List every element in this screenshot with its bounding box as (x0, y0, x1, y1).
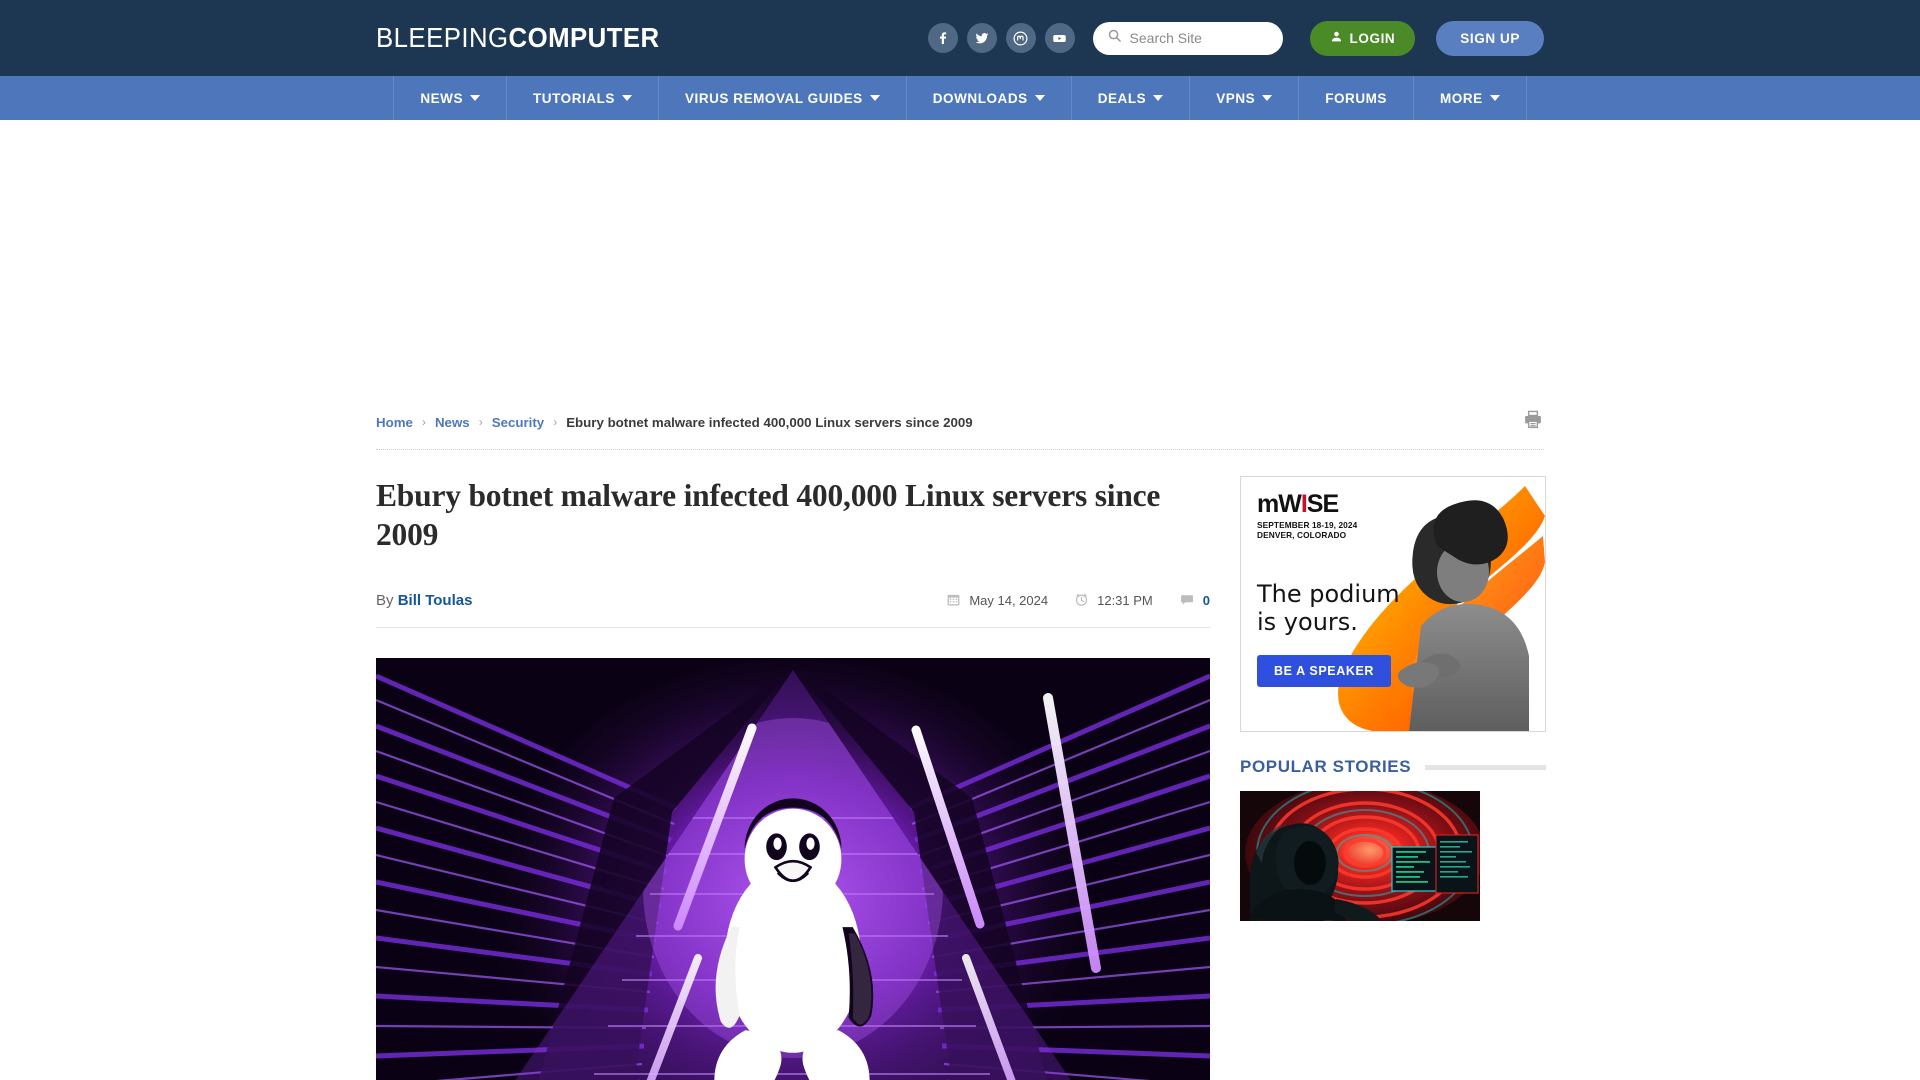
chevron-down-icon (1262, 95, 1273, 101)
search-box[interactable] (1092, 21, 1283, 55)
ad-headline-line2: is yours. (1257, 608, 1358, 637)
mwise-logo: mWISE SEPTEMBER 18-19, 2024 DENVER, COLO… (1257, 492, 1357, 541)
hero-artwork (376, 657, 1210, 1080)
breadcrumb-separator-icon: › (478, 415, 483, 429)
sidebar: mWISE SEPTEMBER 18-19, 2024 DENVER, COLO… (1240, 476, 1546, 1080)
breadcrumb-separator-icon: › (553, 415, 558, 429)
site-header: BLEEPINGCOMPUTER Search Site LOGIN SIGN … (0, 0, 1920, 76)
comment-count[interactable]: 0 (1179, 592, 1210, 610)
mwise-m: m (1257, 490, 1279, 518)
signup-label: SIGN UP (1460, 30, 1520, 46)
chevron-down-icon (1489, 95, 1500, 101)
print-icon[interactable] (1522, 409, 1544, 435)
nav-item-vpns[interactable]: VPNS (1190, 76, 1300, 120)
breadcrumb-security[interactable]: Security (492, 415, 544, 430)
login-button[interactable]: LOGIN (1309, 20, 1416, 56)
chevron-down-icon (869, 95, 880, 101)
mwise-se: SE (1306, 490, 1339, 518)
chevron-down-icon (621, 95, 632, 101)
publish-time-text: 12:31 PM (1097, 593, 1153, 609)
breadcrumb: Home › News › Security › Ebury botnet ma… (376, 401, 1544, 450)
chevron-down-icon (1153, 95, 1164, 101)
nav-item-deals[interactable]: DEALS (1072, 76, 1191, 120)
breadcrumb-home[interactable]: Home (376, 415, 413, 430)
mwise-dates: SEPTEMBER 18-19, 2024 (1257, 520, 1358, 530)
calendar-icon (946, 592, 961, 610)
nav-item-label: NEWS (420, 90, 464, 106)
nav-item-label: MORE (1439, 90, 1483, 106)
nav-item-label: VPNS (1216, 90, 1256, 106)
nav-item-label: DOWNLOADS (932, 90, 1028, 106)
signup-button[interactable]: SIGN UP (1436, 20, 1544, 56)
clock-icon (1074, 592, 1089, 610)
publish-time: 12:31 PM (1074, 592, 1153, 610)
nav-item-label: TUTORIALS (533, 90, 615, 106)
nav-item-label: DEALS (1097, 90, 1147, 106)
comment-count-value: 0 (1202, 593, 1210, 609)
breadcrumb-news[interactable]: News (435, 415, 470, 430)
breadcrumb-separator-icon: › (421, 415, 426, 429)
breadcrumb-current: Ebury botnet malware infected 400,000 Li… (566, 414, 973, 430)
facebook-icon[interactable] (927, 23, 958, 53)
publish-date-text: May 14, 2024 (969, 593, 1049, 609)
sidebar-ad[interactable]: mWISE SEPTEMBER 18-19, 2024 DENVER, COLO… (1240, 476, 1546, 732)
chevron-down-icon (470, 95, 481, 101)
logo-text-computer: COMPUTER (508, 22, 660, 53)
article-meta-row: By Bill Toulas May 14, 2024 12:31 PM 0 (376, 592, 1210, 628)
publish-date: May 14, 2024 (946, 592, 1048, 610)
twitter-icon[interactable] (966, 23, 997, 53)
nav-item-news[interactable]: NEWS (393, 76, 508, 120)
nav-item-tutorials[interactable]: TUTORIALS (507, 76, 659, 120)
logo-text-bleeping: BLEEPING (376, 22, 509, 53)
byline-prefix: By (376, 592, 394, 610)
comment-icon (1179, 592, 1195, 610)
ad-headline: The podium is yours. (1257, 580, 1400, 637)
article-column: Ebury botnet malware infected 400,000 Li… (376, 476, 1210, 1080)
nav-item-forums[interactable]: FORUMS (1299, 76, 1414, 120)
search-input[interactable] (1129, 30, 1273, 46)
nav-item-more[interactable]: MORE (1414, 76, 1527, 120)
mwise-location: DENVER, COLORADO (1257, 530, 1347, 541)
main-navigation: NEWS TUTORIALS VIRUS REMOVAL GUIDES DOWNLOA… (0, 76, 1920, 120)
popular-stories-header: POPULAR STORIES (1240, 757, 1546, 777)
article-hero-image (376, 657, 1210, 1080)
chevron-down-icon (1034, 95, 1045, 101)
nav-item-virus-removal-guides[interactable]: VIRUS REMOVAL GUIDES (659, 76, 907, 120)
hacker-thumbnail-art (1240, 791, 1480, 921)
popular-story-thumbnail[interactable] (1240, 791, 1480, 921)
nav-item-label: FORUMS (1325, 90, 1387, 106)
popular-stories-title: POPULAR STORIES (1240, 757, 1412, 776)
heading-rule (1425, 764, 1546, 770)
youtube-icon[interactable] (1044, 23, 1075, 53)
mwise-w: W (1278, 490, 1302, 518)
page-title: Ebury botnet malware infected 400,000 Li… (376, 478, 1161, 553)
leaderboard-ad-slot (0, 120, 1920, 401)
login-label: LOGIN (1349, 30, 1396, 46)
be-a-speaker-button[interactable]: BE A SPEAKER (1257, 655, 1392, 687)
author-link[interactable]: Bill Toulas (398, 592, 473, 609)
user-icon (1330, 30, 1343, 46)
mwise-wordmark: mWISE (1257, 492, 1357, 517)
nav-item-label: VIRUS REMOVAL GUIDES (684, 90, 863, 106)
mastodon-icon[interactable] (1005, 23, 1036, 53)
byline: By Bill Toulas (376, 592, 472, 609)
search-icon (1107, 28, 1122, 48)
site-logo[interactable]: BLEEPINGCOMPUTER (376, 22, 660, 54)
nav-item-downloads[interactable]: DOWNLOADS (907, 76, 1072, 120)
ad-headline-line1: The podium (1257, 580, 1400, 608)
